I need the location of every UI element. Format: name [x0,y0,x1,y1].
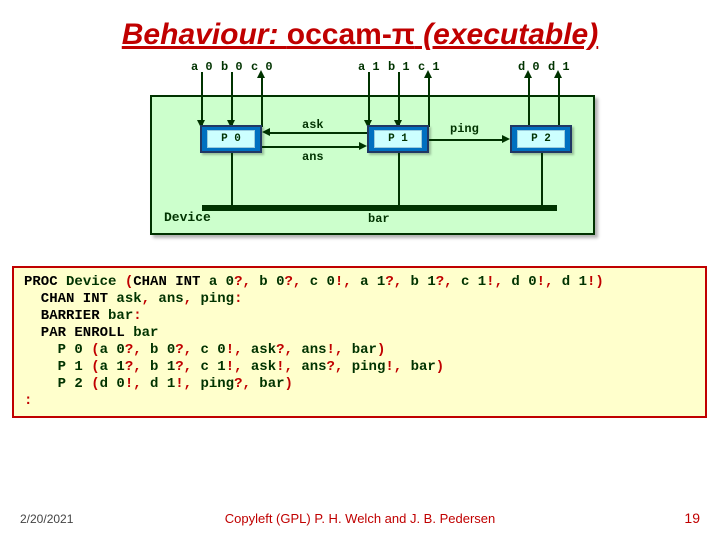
bar-label: bar [368,212,390,226]
proc-p0-label: P 0 [207,130,255,148]
title-pre: Behaviour: [122,18,287,51]
proc-p2-label: P 2 [517,130,565,148]
bar-line [202,205,557,211]
proc-p1-label: P 1 [374,130,422,148]
proc-p2: P 2 [510,125,572,153]
footer-page-number: 19 [684,510,700,526]
ping-label: ping [450,122,479,136]
slide-title: Behaviour: occam-π (executable) [0,18,720,52]
footer-copy: Copyleft (GPL) P. H. Welch and J. B. Ped… [0,511,720,526]
ans-label: ans [302,150,324,164]
diagram: Device bar a 0 b 0 c 0 a 1 b 1 c 1 d 0 d… [150,60,595,235]
proc-p1: P 1 [367,125,429,153]
proc-p0: P 0 [200,125,262,153]
title-mid: occam-π [287,18,415,51]
ask-label: ask [302,118,324,132]
title-post: (executable) [415,18,598,51]
device-label: Device [164,210,211,225]
code-block: PROC Device (CHAN INT a 0?, b 0?, c 0!, … [12,266,707,418]
